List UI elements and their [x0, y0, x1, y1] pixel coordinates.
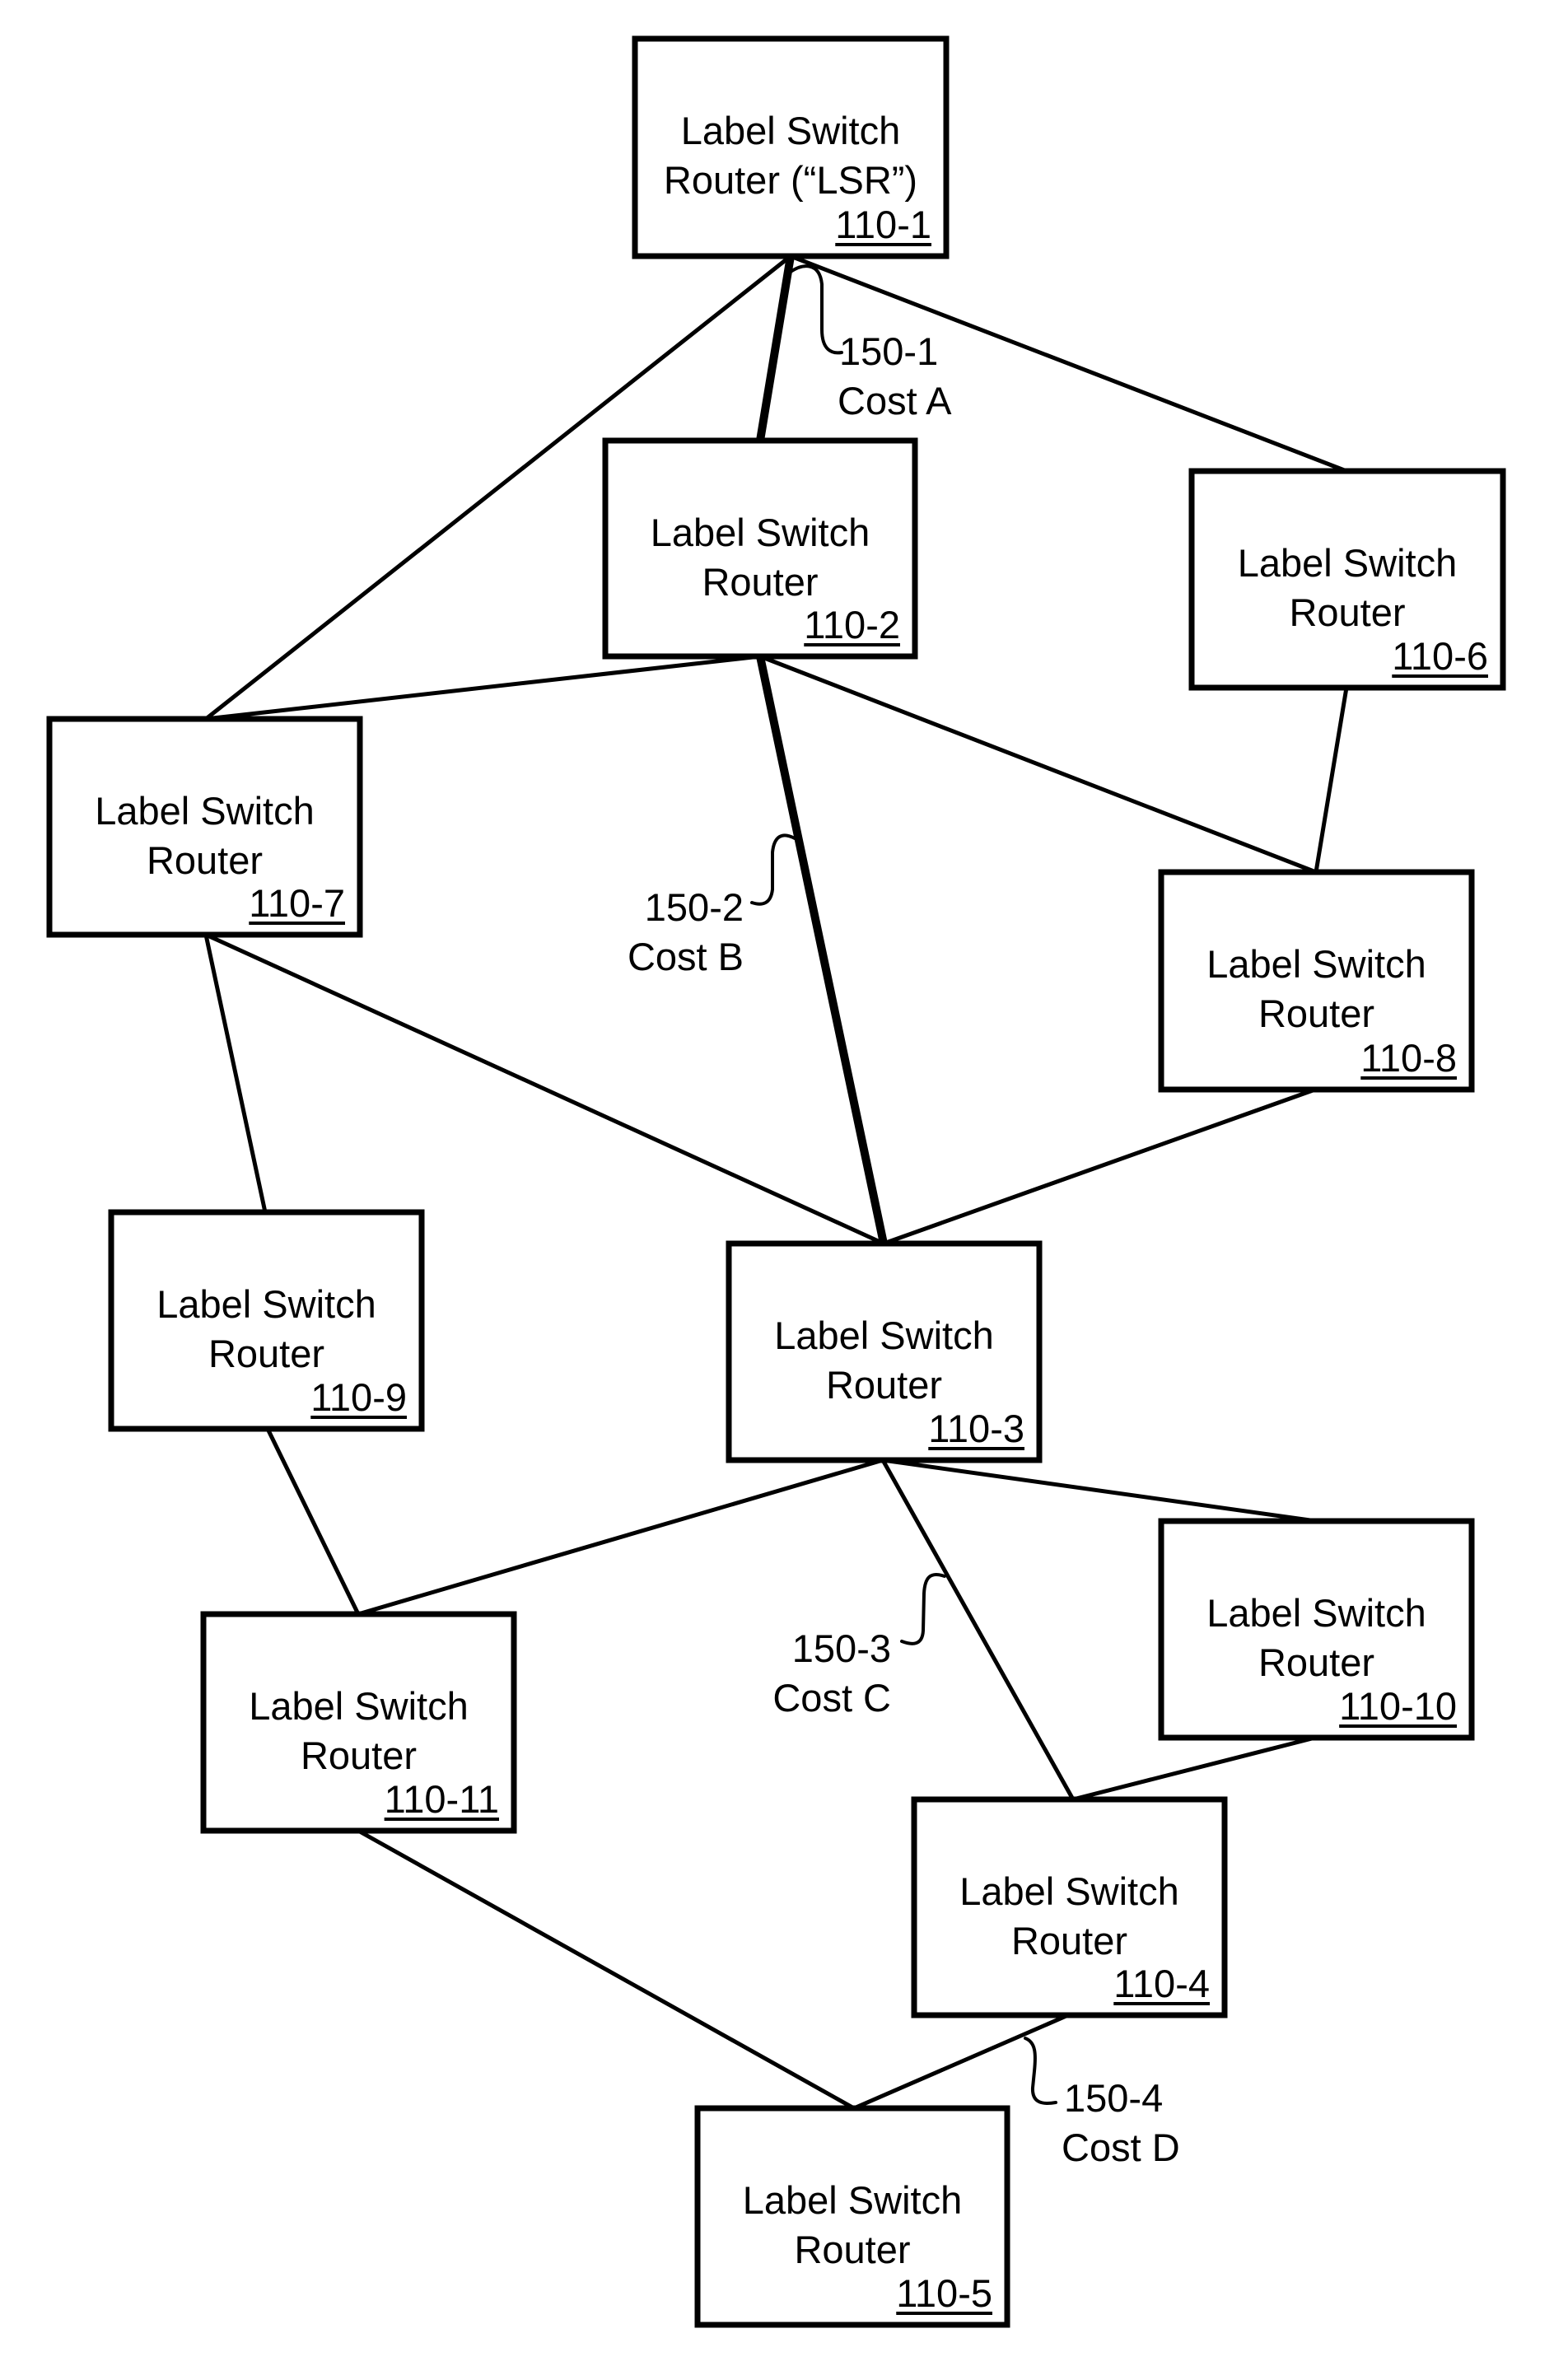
router-name-line1: Label Switch	[156, 1282, 376, 1326]
router-name-line2: Router	[794, 2228, 910, 2271]
router-node-110-9: Label Switch Router110-9	[108, 1209, 425, 1432]
link-label-cost: Cost A	[838, 379, 952, 422]
router-name-line1: Label Switch	[1238, 541, 1458, 585]
router-node-110-5: Label Switch Router110-5	[694, 2105, 1010, 2328]
router-name-line2: Router	[1258, 992, 1374, 1035]
router-name-line1: Label Switch	[651, 511, 870, 554]
router-name-line2: Router	[826, 1363, 942, 1407]
router-reference-id: 110-9	[310, 1375, 407, 1419]
link-label-id: 150-1	[839, 329, 938, 373]
link-110-6-to-110-8	[1314, 685, 1349, 875]
link-label-cost: Cost B	[628, 935, 744, 978]
leader-150-4	[1024, 2037, 1057, 2105]
link-110-7-to-110-9	[203, 932, 268, 1215]
router-name-line1: Label Switch	[1206, 942, 1426, 986]
router-reference-id: 110-8	[1360, 1036, 1457, 1080]
link-110-9-to-110-11	[265, 1426, 361, 1617]
leader-150-3	[900, 1572, 946, 1645]
router-name-line2: Router	[1011, 1919, 1127, 1962]
router-name-line1: Label Switch	[1206, 1591, 1426, 1635]
link-110-3-to-110-4	[880, 1458, 1076, 1802]
router-node-110-6: Label Switch Router110-6	[1188, 468, 1506, 691]
router-name-line2: Router	[1258, 1640, 1374, 1684]
router-reference-id: 110-10	[1339, 1684, 1457, 1728]
link-label-cost: Cost C	[772, 1676, 891, 1720]
link-110-8-to-110-3	[881, 1087, 1318, 1246]
link-110-1-to-110-2	[756, 252, 795, 445]
router-node-110-10: Label Switch Router110-10	[1158, 1518, 1475, 1741]
router-reference-id: 110-1	[835, 203, 931, 246]
link-110-3-to-110-10	[880, 1458, 1318, 1524]
router-name-line2: Router (“LSR”)	[664, 158, 917, 202]
router-node-110-3: Label Switch Router110-3	[726, 1240, 1043, 1463]
router-node-110-8: Label Switch Router110-8	[1158, 869, 1475, 1093]
router-reference-id: 110-11	[385, 1777, 499, 1821]
link-label-id: 150-3	[792, 1626, 891, 1670]
router-name-line1: Label Switch	[249, 1684, 469, 1728]
router-name-line2: Router	[147, 838, 263, 882]
link-110-10-to-110-4	[1071, 1735, 1318, 1802]
router-reference-id: 110-6	[1392, 634, 1488, 678]
link-110-3-to-110-11	[356, 1458, 885, 1617]
router-reference-id: 110-3	[928, 1407, 1024, 1450]
router-reference-id: 110-7	[249, 881, 345, 925]
router-name-line2: Router	[301, 1734, 417, 1777]
link-110-11-to-110-5	[356, 1828, 856, 2111]
router-name-line1: Label Switch	[774, 1314, 994, 1357]
router-node-110-7: Label Switch Router110-7	[46, 716, 363, 938]
router-node-110-4: Label Switch Router110-4	[911, 1796, 1228, 2018]
router-reference-id: 110-5	[896, 2271, 992, 2315]
link-110-2-to-110-3	[756, 652, 888, 1248]
lsr-network-diagram: Label SwitchRouter (“LSR”)110-1Label Swi…	[46, 35, 1506, 2328]
router-name-line1: Label Switch	[95, 789, 315, 833]
router-name-line2: Router	[208, 1332, 324, 1375]
router-name-line2: Router	[702, 560, 818, 604]
router-node-110-1: Label Switch Router (“LSR”)110-1	[632, 35, 950, 259]
router-node-110-2: Label Switch Router110-2	[602, 437, 918, 660]
router-reference-id: 110-2	[804, 603, 900, 646]
leader-150-1	[789, 264, 843, 355]
router-reference-id: 110-4	[1113, 1962, 1210, 2005]
link-label-cost: Cost D	[1062, 2126, 1180, 2169]
nodes-layer: Label SwitchRouter (“LSR”)110-1Label Swi…	[46, 35, 1506, 2328]
link-110-7-to-110-3	[203, 932, 886, 1246]
link-110-2-to-110-7	[203, 654, 763, 721]
router-name-line1: Label Switch	[681, 109, 901, 152]
leader-150-2	[750, 833, 796, 906]
router-name-line1: Label Switch	[743, 2178, 963, 2222]
router-node-110-11: Label Switch Router110-11	[200, 1611, 517, 1834]
link-label-id: 150-2	[645, 885, 744, 929]
link-label-id: 150-4	[1064, 2076, 1163, 2120]
router-name-line1: Label Switch	[959, 1869, 1179, 1913]
router-name-line2: Router	[1289, 590, 1405, 634]
